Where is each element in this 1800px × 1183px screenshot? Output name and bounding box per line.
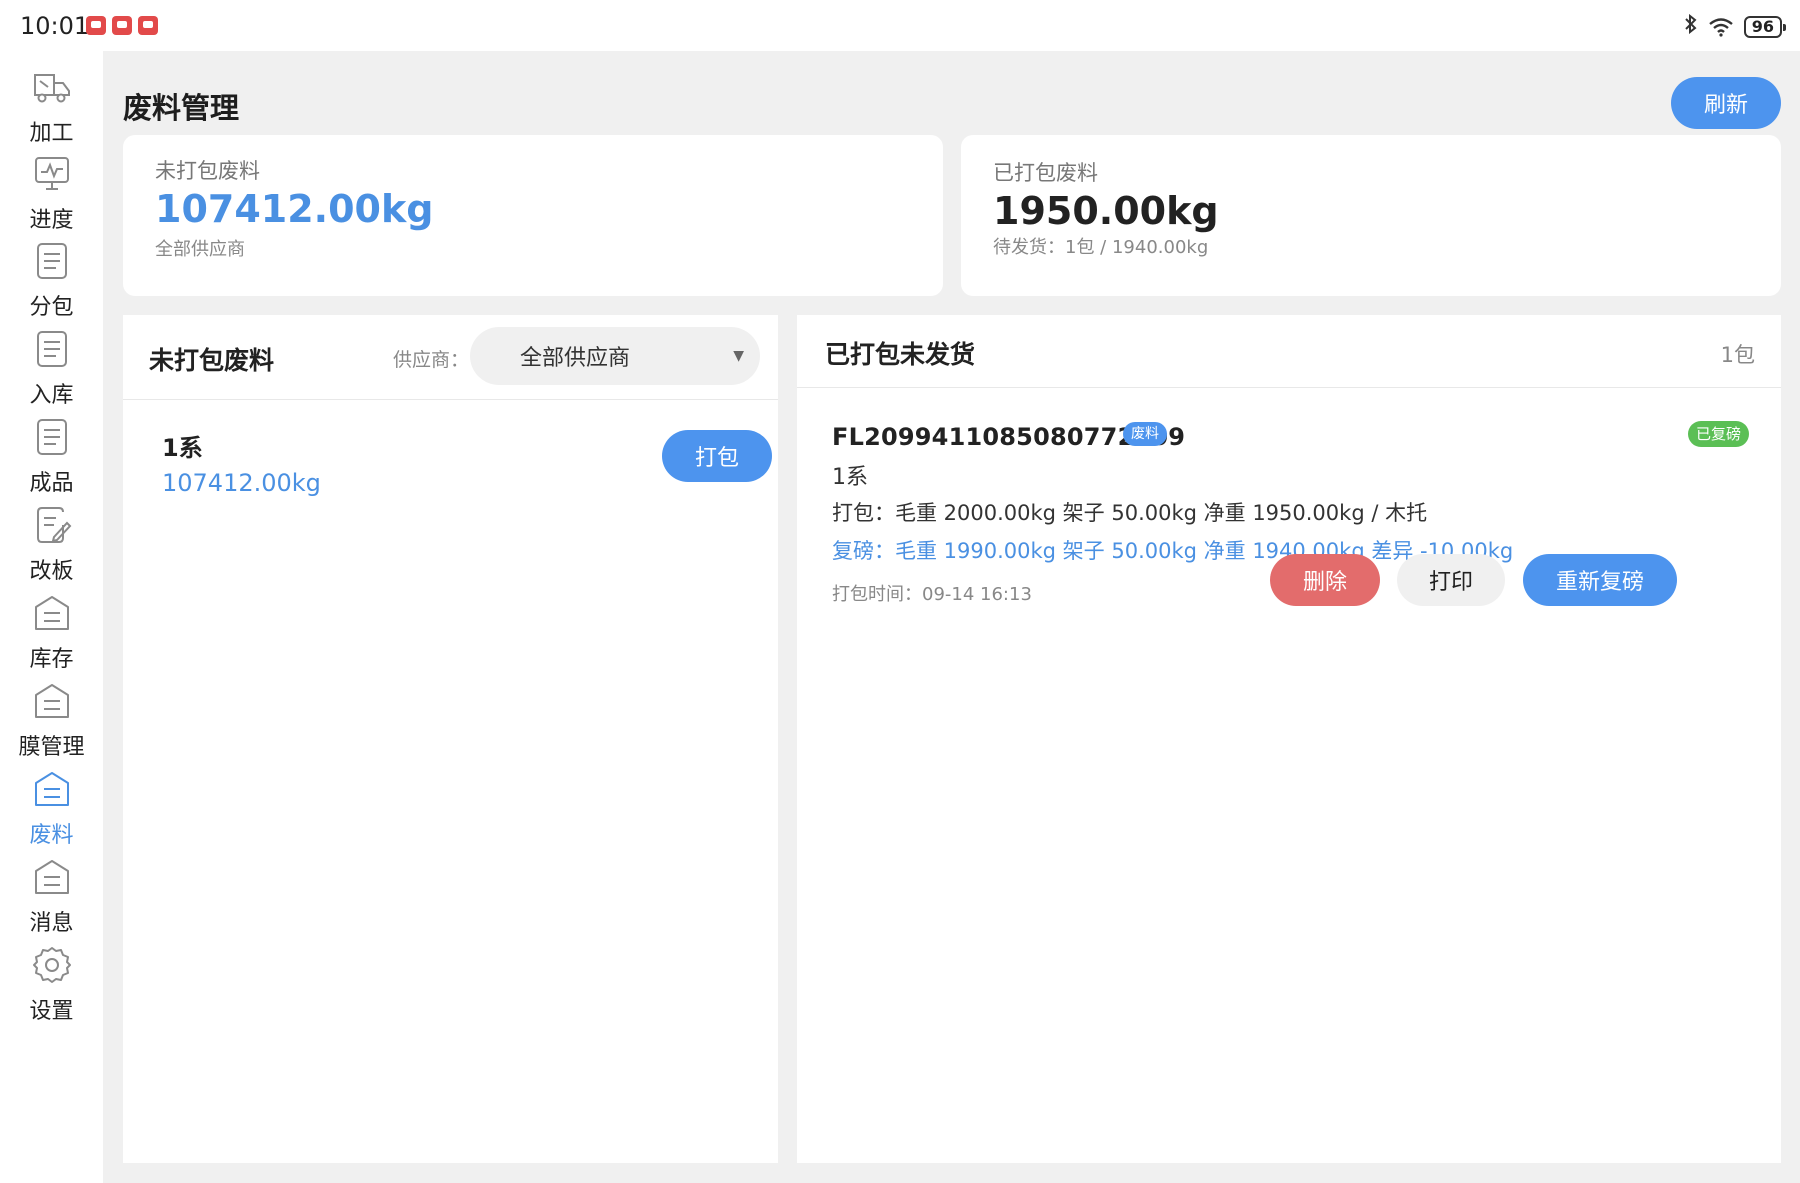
sidebar-item-label: 成品 bbox=[29, 471, 74, 496]
wifi-icon bbox=[1708, 17, 1734, 37]
supplier-label: 供应商： bbox=[393, 349, 470, 371]
page-title: 废料管理 bbox=[123, 91, 240, 125]
caret-down-icon: ▼ bbox=[733, 348, 744, 364]
unpacked-summary-card: 未打包废料 107412.00kg 全部供应商 bbox=[123, 135, 943, 296]
notification-icons bbox=[86, 16, 158, 35]
sidebar-item-label: 库存 bbox=[29, 647, 74, 672]
sidebar-nav: 加工进度分包入库成品改板库存膜管理废料消息设置 bbox=[0, 51, 103, 1183]
edit-document-icon bbox=[30, 503, 74, 547]
print-button[interactable]: 打印 bbox=[1397, 554, 1505, 606]
packed-panel: 已打包未发货 1包 FL2099411085080772609 废料 已复磅 1… bbox=[797, 315, 1781, 1163]
sidebar-item-label: 消息 bbox=[29, 911, 74, 936]
sidebar-item[interactable]: 入库 bbox=[0, 327, 103, 423]
warehouse-icon bbox=[30, 679, 74, 723]
document-icon bbox=[30, 327, 74, 371]
main-content: 废料管理 刷新 未打包废料 107412.00kg 全部供应商 已打包废料 19… bbox=[103, 51, 1800, 1183]
unpacked-panel-header: 未打包废料 供应商： 全部供应商 ▼ bbox=[123, 315, 778, 400]
packed-summary-label: 已打包废料 bbox=[993, 161, 1098, 185]
sidebar-item[interactable]: 库存 bbox=[0, 591, 103, 687]
unpacked-summary-value: 107412.00kg bbox=[155, 187, 434, 231]
warehouse-icon bbox=[30, 767, 74, 811]
bluetooth-icon bbox=[1684, 13, 1698, 39]
sidebar-item-label: 入库 bbox=[29, 383, 74, 408]
sidebar-item-label: 膜管理 bbox=[18, 735, 85, 760]
battery-indicator: 96 bbox=[1743, 15, 1787, 38]
sidebar-item[interactable]: 进度 bbox=[0, 152, 103, 248]
pack-button[interactable]: 打包 bbox=[662, 430, 772, 482]
app-notification-icon bbox=[86, 16, 106, 35]
unpacked-panel-title: 未打包废料 bbox=[149, 346, 275, 375]
series-weight: 107412.00kg bbox=[162, 469, 321, 497]
sidebar-item[interactable]: 成品 bbox=[0, 415, 103, 511]
sidebar-item-label: 废料 bbox=[29, 823, 74, 848]
truck-icon bbox=[30, 65, 74, 109]
package-count: 1包 bbox=[1720, 343, 1755, 367]
sidebar-item[interactable]: 消息 bbox=[0, 855, 103, 951]
packed-summary-value: 1950.00kg bbox=[993, 189, 1219, 233]
document-icon bbox=[30, 239, 74, 283]
status-right: 96 bbox=[1684, 13, 1787, 39]
unpacked-panel: 未打包废料 供应商： 全部供应商 ▼ 1系 107412.00kg 打包 bbox=[123, 315, 778, 1163]
sidebar-item-label: 分包 bbox=[29, 295, 74, 320]
sidebar-item[interactable]: 分包 bbox=[0, 239, 103, 335]
sidebar-item-label: 改板 bbox=[29, 559, 74, 584]
warehouse-icon bbox=[30, 855, 74, 899]
app-notification-icon bbox=[112, 16, 132, 35]
supplier-select-value: 全部供应商 bbox=[520, 346, 631, 371]
unpacked-summary-label: 未打包废料 bbox=[155, 159, 260, 183]
sidebar-item[interactable]: 废料 bbox=[0, 767, 103, 863]
warehouse-icon bbox=[30, 591, 74, 635]
gear-icon bbox=[30, 943, 74, 987]
sidebar-item-label: 进度 bbox=[29, 208, 74, 233]
sidebar-item-label: 设置 bbox=[29, 999, 74, 1024]
packed-panel-header: 已打包未发货 1包 bbox=[797, 315, 1781, 388]
series-name: 1系 bbox=[162, 434, 203, 462]
pack-weight-line: 打包：毛重 2000.00kg 架子 50.00kg 净重 1950.00kg … bbox=[832, 501, 1428, 525]
sidebar-item[interactable]: 加工 bbox=[0, 65, 103, 161]
delete-button[interactable]: 删除 bbox=[1270, 554, 1380, 606]
app-notification-icon bbox=[138, 16, 158, 35]
supplier-select[interactable]: 全部供应商 ▼ bbox=[470, 327, 760, 385]
packed-summary-sub: 待发货：1包 / 1940.00kg bbox=[993, 237, 1209, 258]
status-time: 10:01 bbox=[20, 12, 90, 40]
refresh-button[interactable]: 刷新 bbox=[1671, 77, 1781, 129]
sidebar-item[interactable]: 改板 bbox=[0, 503, 103, 599]
reweigh-button[interactable]: 重新复磅 bbox=[1523, 554, 1677, 606]
sidebar-item-label: 加工 bbox=[29, 121, 74, 146]
document-icon bbox=[30, 415, 74, 459]
type-tag: 废料 bbox=[1123, 422, 1167, 446]
monitor-chart-icon bbox=[30, 152, 74, 196]
pack-time: 打包时间：09-14 16:13 bbox=[832, 584, 1032, 605]
packed-summary-card: 已打包废料 1950.00kg 待发货：1包 / 1940.00kg bbox=[961, 135, 1781, 296]
packed-panel-title: 已打包未发货 bbox=[825, 340, 976, 369]
sidebar-item[interactable]: 设置 bbox=[0, 943, 103, 1039]
status-badge: 已复磅 bbox=[1687, 421, 1749, 447]
package-series: 1系 bbox=[832, 465, 868, 490]
unpacked-summary-sub: 全部供应商 bbox=[155, 239, 245, 260]
sidebar-item[interactable]: 膜管理 bbox=[0, 679, 103, 775]
status-bar: 10:01 96 bbox=[0, 0, 1800, 51]
